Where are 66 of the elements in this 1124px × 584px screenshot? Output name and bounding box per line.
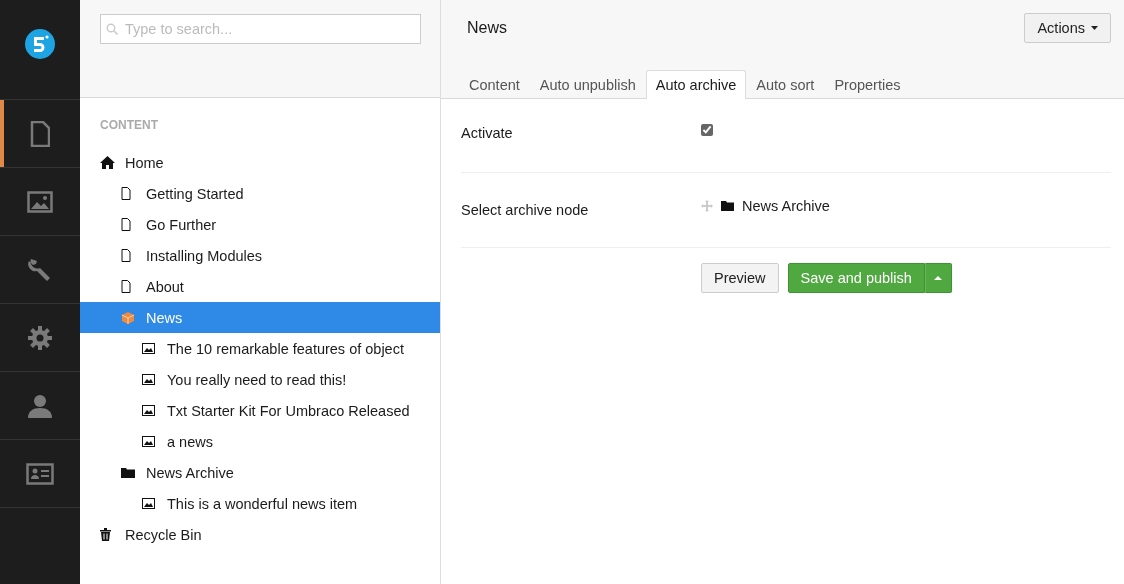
house-icon xyxy=(100,156,115,169)
tree-item-label: You really need to read this! xyxy=(167,371,347,388)
document-icon xyxy=(121,187,131,200)
tree-item[interactable]: Home xyxy=(80,147,440,178)
image-icon xyxy=(142,374,155,385)
tree-item[interactable]: This is a wonderful news item xyxy=(80,488,440,519)
tab[interactable]: Content xyxy=(459,70,530,99)
publish-options-button[interactable] xyxy=(924,263,952,293)
tab[interactable]: Auto archive xyxy=(645,70,747,99)
tree-item[interactable]: Recycle Bin xyxy=(80,519,440,550)
tree-item[interactable]: You really need to read this! xyxy=(80,364,440,395)
tree-item[interactable]: a news xyxy=(80,426,440,457)
tree-item-label: Txt Starter Kit For Umbraco Released xyxy=(167,402,410,419)
tree-item-label: Recycle Bin xyxy=(125,526,202,543)
search-icon xyxy=(106,23,118,35)
user-icon xyxy=(27,392,53,419)
cube-icon xyxy=(121,310,135,325)
tree-item[interactable]: Getting Started xyxy=(80,178,440,209)
image-icon xyxy=(142,343,155,354)
image-icon xyxy=(142,405,155,416)
document-icon xyxy=(30,120,50,147)
trash-icon xyxy=(100,528,111,541)
section-heading: CONTENT xyxy=(99,118,159,132)
selected-node[interactable]: News Archive xyxy=(742,198,830,214)
field-label: Select archive node xyxy=(461,202,590,218)
tree-item-label: Home xyxy=(125,154,164,171)
tree-item-label: This is a wonderful news item xyxy=(167,495,358,512)
section-tab[interactable] xyxy=(0,100,80,168)
tree-item[interactable]: About xyxy=(80,271,440,302)
logo-icon[interactable] xyxy=(25,28,55,59)
tree-item[interactable]: Go Further xyxy=(80,209,440,240)
actions-button[interactable]: Actions xyxy=(1024,13,1111,43)
preview-button[interactable]: Preview xyxy=(701,263,779,293)
image-icon xyxy=(27,190,53,213)
tree-item[interactable]: Installing Modules xyxy=(80,240,440,271)
tree-item[interactable]: News xyxy=(80,302,440,333)
tree-item-label: a news xyxy=(167,433,213,450)
tree-item-label: Installing Modules xyxy=(146,247,263,264)
tree-item-label: Go Further xyxy=(146,216,217,233)
tree-item[interactable]: News Archive xyxy=(80,457,440,488)
document-icon xyxy=(121,249,131,262)
tab[interactable]: Auto unpublish xyxy=(529,70,646,99)
tree-item-label: About xyxy=(146,278,184,295)
tree-item[interactable]: Txt Starter Kit For Umbraco Released xyxy=(80,395,440,426)
caret-icon xyxy=(1091,26,1098,30)
tree-item-label: Getting Started xyxy=(146,185,244,202)
id-card-icon xyxy=(26,462,54,485)
search-field[interactable]: Type to search... xyxy=(100,14,421,44)
tab[interactable]: Auto sort xyxy=(746,70,825,99)
tree-item-label: News Archive xyxy=(146,464,234,481)
tree-item-label: News xyxy=(146,309,183,326)
folder-icon xyxy=(121,467,135,478)
tab[interactable]: Properties xyxy=(824,70,911,99)
document-icon xyxy=(121,218,131,231)
field-label: Activate xyxy=(461,124,514,141)
page-title: News xyxy=(467,19,507,37)
folder-icon xyxy=(721,201,734,211)
document-icon xyxy=(121,280,131,293)
image-icon xyxy=(142,498,155,509)
wrench-icon xyxy=(27,256,53,283)
tree-item-label: The 10 remarkable features of object xyxy=(167,340,404,357)
activate-checkbox[interactable] xyxy=(701,124,713,136)
tree-item[interactable]: The 10 remarkable features of object xyxy=(80,333,440,364)
image-icon xyxy=(142,436,155,447)
caret-icon xyxy=(934,276,943,280)
gear-icon xyxy=(27,324,53,351)
